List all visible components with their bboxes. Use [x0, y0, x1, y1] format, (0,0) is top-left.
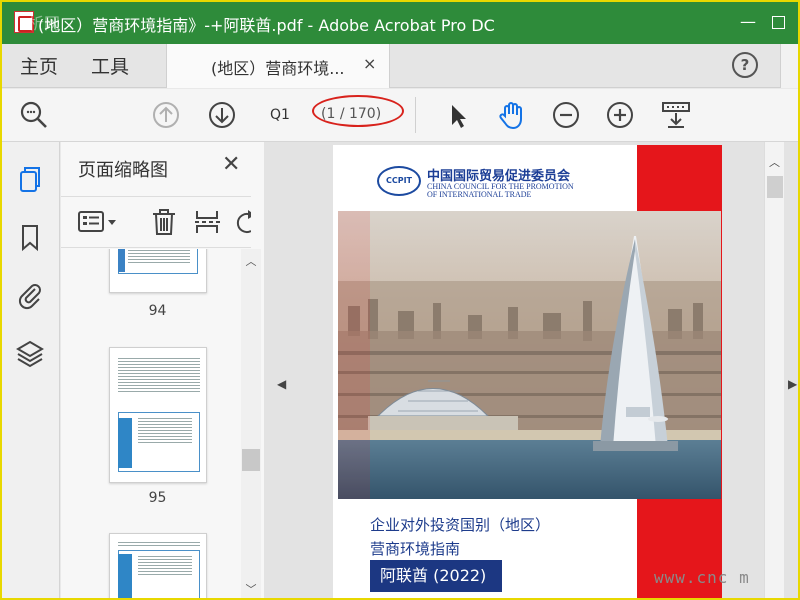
thumbnail-page-96[interactable] [109, 533, 207, 600]
zoom-search-icon[interactable] [18, 99, 50, 131]
toolbar-divider [415, 97, 416, 133]
doc-scrollbar-thumb[interactable] [767, 176, 783, 198]
tab-tools[interactable]: 工具 [91, 52, 129, 79]
thumbnail-page-94[interactable] [109, 249, 207, 293]
close-panel-button[interactable]: ✕ [222, 152, 240, 177]
thumbnail-page-95[interactable] [109, 347, 207, 483]
page-display-icon[interactable] [660, 99, 692, 131]
rotate-icon[interactable] [231, 207, 251, 237]
page-thumbnails-icon[interactable] [15, 164, 45, 194]
thumbnail-label-94: 94 [148, 303, 167, 319]
cover-subtitle-line2: 营商环境指南 [370, 540, 461, 558]
thumbnail-label-95: 95 [148, 490, 167, 506]
layers-icon[interactable] [15, 338, 45, 368]
tab-home[interactable]: 主页 [20, 52, 58, 79]
scrollbar-thumb[interactable] [242, 449, 260, 471]
options-menu-icon[interactable] [77, 207, 121, 237]
previous-page-icon[interactable] [150, 99, 182, 131]
page-count-annotation-circle [312, 95, 404, 127]
dubai-skyline-photo [338, 211, 721, 499]
collapse-left-panel-icon[interactable]: ◀ [277, 377, 286, 391]
panel-toolbar [61, 196, 251, 248]
document-scrollbar[interactable]: ︿ [764, 142, 784, 600]
help-icon[interactable]: ? [732, 52, 758, 78]
thumbnail-scrollbar[interactable]: ︿ ﹀ [241, 249, 261, 600]
attachment-icon[interactable] [15, 280, 45, 310]
doc-scroll-up-arrow-icon[interactable]: ︿ [769, 154, 780, 170]
minimize-button[interactable]: — [736, 10, 760, 34]
page-number-input[interactable]: Q1 [270, 107, 290, 123]
scroll-up-arrow-icon[interactable]: ︿ [245, 253, 257, 268]
hand-tool-icon[interactable] [496, 99, 528, 131]
org-name-en-line2: OF INTERNATIONAL TRADE [427, 190, 532, 199]
scroll-down-arrow-icon[interactable]: ﹀ [245, 581, 257, 596]
bookmark-icon[interactable] [15, 222, 45, 252]
expand-right-panel-icon[interactable]: ▶ [788, 377, 797, 391]
ccpit-logo: CCPIT [377, 166, 421, 196]
panel-title: 页面缩略图 [78, 160, 168, 181]
cover-subtitle-line1: 企业对外投资国别（地区） [370, 516, 551, 534]
watermark-bottom-right: www.cnc m [654, 568, 750, 587]
cover-country-title: 阿联酋 (2022) [370, 560, 502, 592]
close-tab-button[interactable]: × [363, 54, 376, 73]
title-bar: (地区）营商环境指南》-+阿联酋.pdf - Adobe Acrobat Pro… [0, 0, 800, 44]
document-tab-label: (地区）营商环境... [211, 59, 345, 78]
watermark-top-left: 析网 [28, 14, 61, 33]
tab-overflow-area [780, 44, 800, 88]
delete-icon[interactable] [149, 207, 179, 237]
thumbnail-panel: 页面缩略图 ✕ 94 95 ︿ ﹀ [61, 142, 264, 600]
select-cursor-icon[interactable] [442, 99, 474, 131]
tab-row: 主页 工具 (地区）营商环境... × ? [0, 44, 800, 88]
zoom-in-icon[interactable] [604, 99, 636, 131]
next-page-icon[interactable] [206, 99, 238, 131]
window-title: (地区）营商环境指南》-+阿联酋.pdf - Adobe Acrobat Pro… [38, 16, 495, 35]
thumbnail-list: 94 95 [61, 249, 241, 600]
navigation-rail [0, 142, 60, 600]
maximize-button[interactable] [766, 10, 790, 34]
page-insert-icon[interactable] [192, 207, 222, 237]
document-tab[interactable]: (地区）营商环境... × [166, 44, 390, 88]
pdf-page: CCPIT 中国国际贸易促进委员会 CHINA COUNCIL FOR THE … [333, 145, 722, 600]
zoom-out-icon[interactable] [550, 99, 582, 131]
